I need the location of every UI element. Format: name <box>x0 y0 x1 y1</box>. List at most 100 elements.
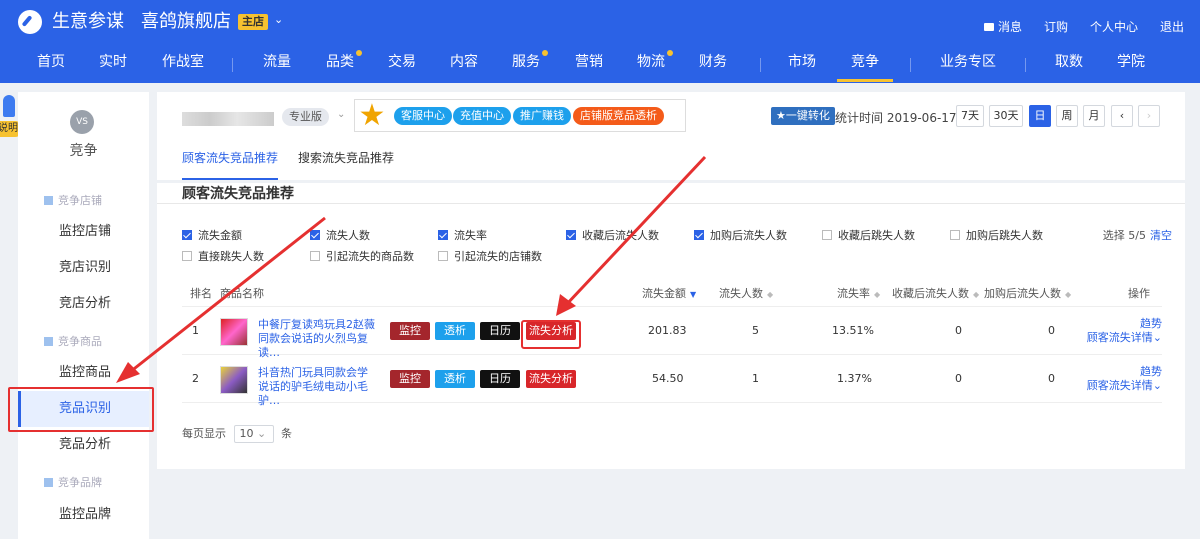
one-click-convert-button[interactable]: ★一键转化 <box>771 107 835 125</box>
rocket-icon[interactable] <box>3 95 15 117</box>
nav-business-zone[interactable]: 业务专区 <box>940 46 996 82</box>
monitor-button[interactable]: 监控 <box>390 322 430 340</box>
product-thumbnail[interactable] <box>220 318 248 346</box>
range-30-days[interactable]: 30天 <box>989 105 1023 127</box>
monitor-button[interactable]: 监控 <box>390 370 430 388</box>
divider <box>157 203 1185 204</box>
nav-war-room[interactable]: 作战室 <box>162 46 204 82</box>
col-loss-rate[interactable]: 流失率 ◆ <box>837 285 880 301</box>
filter-loss-people[interactable]: 流失人数 <box>310 227 370 243</box>
nav-competition[interactable]: 竞争 <box>837 46 893 82</box>
row-cart-loss: 0 <box>1048 324 1055 337</box>
tab-search-loss[interactable]: 搜索流失竞品推荐 <box>298 150 394 180</box>
nav-traffic[interactable]: 流量 <box>263 46 291 82</box>
sidebar-item-shop-analysis[interactable]: 竞店分析 <box>18 286 149 322</box>
checkbox-icon <box>182 230 192 240</box>
filter-fav-bounce[interactable]: 收藏后跳失人数 <box>822 227 915 243</box>
col-loss-people[interactable]: 流失人数 ◆ <box>719 285 773 301</box>
personal-center-link[interactable]: 个人中心 <box>1090 18 1138 35</box>
product-thumbnail[interactable] <box>220 366 248 394</box>
filter-loss-shop-count[interactable]: 引起流失的店铺数 <box>438 248 542 264</box>
nav-finance[interactable]: 财务 <box>699 46 727 82</box>
trend-link[interactable]: 趋势 <box>1087 317 1162 331</box>
star-badge-icon: ★ <box>358 98 386 133</box>
col-rank: 排名 <box>190 287 212 300</box>
next-date-button[interactable]: › <box>1138 105 1160 127</box>
col-ops: 操作 <box>1128 287 1150 300</box>
message-link[interactable]: 消息 <box>983 18 1022 35</box>
filter-cart-bounce[interactable]: 加购后跳失人数 <box>950 227 1043 243</box>
nav-trade[interactable]: 交易 <box>388 46 416 82</box>
row-cart-loss: 0 <box>1048 372 1055 385</box>
customer-loss-detail-link[interactable]: 顾客流失详情⌄ <box>1087 331 1162 345</box>
nav-divider <box>232 58 233 72</box>
sidebar-item-monitor-brand[interactable]: 监控品牌 <box>18 497 149 533</box>
nav-divider <box>910 58 911 72</box>
nav-home[interactable]: 首页 <box>37 46 65 82</box>
nav-service[interactable]: 服务 <box>512 46 548 82</box>
prev-date-button[interactable]: ‹ <box>1111 105 1133 127</box>
sidebar-item-monitor-shop[interactable]: 监控店铺 <box>18 214 149 250</box>
clear-selection-link[interactable]: 清空 <box>1150 229 1172 242</box>
brand-logo-icon[interactable] <box>18 10 42 34</box>
new-dot-icon <box>667 50 673 56</box>
range-7-days[interactable]: 7天 <box>956 105 984 127</box>
range-month[interactable]: 月 <box>1083 105 1105 127</box>
loss-analysis-button[interactable]: 流失分析 <box>526 370 576 388</box>
checkbox-icon <box>950 230 960 240</box>
new-dot-icon <box>542 50 548 56</box>
filter-direct-bounce[interactable]: 直接跳失人数 <box>182 248 264 264</box>
row-ops: 趋势 顾客流失详情⌄ <box>1087 317 1162 345</box>
nav-realtime[interactable]: 实时 <box>99 46 127 82</box>
filter-cart-loss[interactable]: 加购后流失人数 <box>694 227 787 243</box>
customer-service-button[interactable]: 客服中心 <box>394 107 452 125</box>
calendar-button[interactable]: 日历 <box>480 370 520 388</box>
nav-market[interactable]: 市场 <box>788 46 816 82</box>
filter-fav-loss[interactable]: 收藏后流失人数 <box>566 227 659 243</box>
store-name[interactable]: 喜鸽旗舰店 <box>141 10 231 34</box>
range-day[interactable]: 日 <box>1029 105 1051 127</box>
nav-logistics[interactable]: 物流 <box>637 46 673 82</box>
nav-academy[interactable]: 学院 <box>1117 46 1145 82</box>
calendar-button[interactable]: 日历 <box>480 322 520 340</box>
col-cart-loss[interactable]: 加购后流失人数 ◆ <box>984 285 1071 301</box>
nav-data-fetch[interactable]: 取数 <box>1055 46 1083 82</box>
nav-marketing[interactable]: 营销 <box>575 46 603 82</box>
nav-divider <box>1025 58 1026 72</box>
customer-loss-detail-link[interactable]: 顾客流失详情⌄ <box>1087 379 1162 393</box>
logout-link[interactable]: 退出 <box>1160 18 1184 35</box>
product-name-link[interactable]: 抖音热门玩具同款会学说话的驴毛绒电动小毛驴… <box>258 366 378 408</box>
sidebar-item-shop-identify[interactable]: 竞店识别 <box>18 250 149 286</box>
subscribe-link[interactable]: 订购 <box>1044 18 1068 35</box>
sidebar-item-product-analysis[interactable]: 竞品分析 <box>18 427 149 463</box>
trend-link[interactable]: 趋势 <box>1087 365 1162 379</box>
edition-tag[interactable]: 专业版 <box>282 108 329 126</box>
nav-content[interactable]: 内容 <box>450 46 478 82</box>
product-name-link[interactable]: 中餐厅复读鸡玩具2赵薇同款会说话的火烈鸟复读… <box>258 318 378 360</box>
col-fav-loss[interactable]: 收藏后流失人数 ◆ <box>892 285 979 301</box>
sidebar-group-product: 竞争商品 <box>44 333 102 349</box>
checkbox-icon <box>182 251 192 261</box>
sidebar-item-monitor-product[interactable]: 监控商品 <box>18 355 149 391</box>
recharge-button[interactable]: 充值中心 <box>453 107 511 125</box>
filter-loss-product-count[interactable]: 引起流失的商品数 <box>310 248 414 264</box>
shop-edition-analysis-button[interactable]: 店铺版竞品透析 <box>573 107 664 125</box>
sidebar-group-brand: 竞争品牌 <box>44 474 102 490</box>
store-switch-chevron-icon[interactable]: ⌄ <box>274 13 283 26</box>
brand-name[interactable]: 生意参谋 <box>52 10 124 34</box>
col-loss-amount[interactable]: 流失金额 ▼ <box>642 285 696 301</box>
chevron-down-icon: ⌄ <box>257 427 267 440</box>
page-size-select[interactable]: 10 ⌄ <box>233 425 274 443</box>
analysis-button[interactable]: 透析 <box>435 322 475 340</box>
row-loss-people: 1 <box>752 372 759 385</box>
row-loss-rate: 1.37% <box>837 372 872 385</box>
promote-earn-button[interactable]: 推广赚钱 <box>513 107 571 125</box>
chevron-down-icon[interactable]: ⌄ <box>337 109 345 120</box>
range-week[interactable]: 周 <box>1056 105 1078 127</box>
nav-category[interactable]: 品类 <box>326 46 362 82</box>
tab-customer-loss[interactable]: 顾客流失竞品推荐 <box>182 150 279 180</box>
filter-loss-rate[interactable]: 流失率 <box>438 227 487 243</box>
filter-loss-amount[interactable]: 流失金额 <box>182 227 242 243</box>
row-loss-amount: 201.83 <box>648 324 687 337</box>
analysis-button[interactable]: 透析 <box>435 370 475 388</box>
